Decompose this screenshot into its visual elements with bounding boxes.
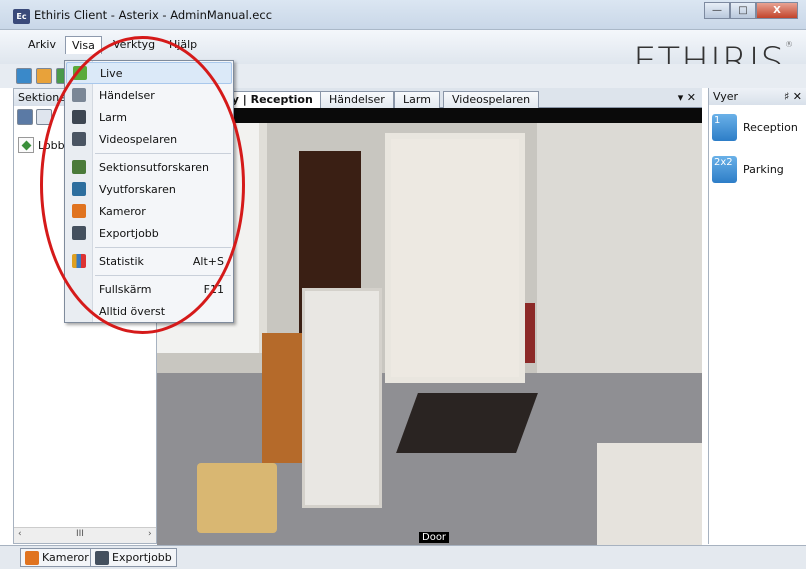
notice-board [262, 333, 302, 463]
horizontal-scrollbar[interactable]: ‹ III › [14, 527, 156, 543]
section-node-icon [18, 137, 34, 153]
minimize-button[interactable]: — [704, 2, 730, 19]
title-bar: Ec Ethiris Client - Asterix - AdminManua… [0, 0, 806, 30]
close-button[interactable]: X [756, 2, 798, 19]
view-layout-icon: 2x2 [712, 155, 737, 183]
chair [197, 463, 277, 533]
maximize-button[interactable]: □ [730, 2, 756, 19]
window-title: Ethiris Client - Asterix - AdminManual.e… [34, 8, 273, 22]
tree-view-icon[interactable] [17, 109, 33, 125]
floor-mat [396, 393, 538, 453]
app-icon: Ec [13, 9, 30, 24]
glass-door [385, 133, 525, 383]
view-label: Reception [743, 120, 798, 134]
view-layout-icon: 1 [712, 113, 737, 141]
tab-larm[interactable]: Larm [394, 91, 440, 108]
scroll-right-icon[interactable]: › [148, 529, 152, 539]
settings-icon[interactable] [16, 68, 32, 84]
tab-videospelaren[interactable]: Videospelaren [443, 91, 540, 108]
bottom-tab-label: Kameror [42, 551, 89, 564]
annotation-oval [40, 36, 245, 334]
wall [537, 123, 702, 393]
folder-icon[interactable] [36, 68, 52, 84]
menu-arkiv[interactable]: Arkiv [22, 36, 62, 53]
tab-handelser[interactable]: Händelser [320, 91, 394, 108]
tab-controls[interactable]: ▾ ✕ [678, 91, 696, 104]
camera-label: Door [419, 532, 450, 543]
views-panel-header: Vyer ♯ ✕ [709, 88, 806, 105]
desk [597, 443, 702, 545]
camera-icon [25, 550, 39, 565]
bottom-tab-kameror[interactable]: Kameror [20, 548, 94, 567]
views-panel: Vyer ♯ ✕ 1 Reception 2x2 Parking [708, 88, 806, 544]
view-label: Parking [743, 162, 784, 176]
document-tabs: bby | Reception Händelser Larm Videospel… [157, 88, 702, 108]
views-header-label: Vyer [713, 90, 739, 103]
scroll-thumb[interactable]: III [76, 529, 84, 539]
scroll-left-icon[interactable]: ‹ [18, 529, 22, 539]
bottom-tab-exportjobb[interactable]: Exportjobb [90, 548, 177, 567]
view-item-reception[interactable]: 1 Reception [709, 109, 806, 145]
logo-mark: ® [785, 40, 794, 49]
bottom-tab-label: Exportjobb [112, 551, 172, 564]
views-header-controls[interactable]: ♯ ✕ [784, 90, 802, 103]
brochure-shelf [302, 288, 382, 508]
bottom-tab-bar: Kameror Exportjobb [0, 545, 806, 569]
view-item-parking[interactable]: 2x2 Parking [709, 151, 806, 187]
export-icon [95, 550, 109, 565]
